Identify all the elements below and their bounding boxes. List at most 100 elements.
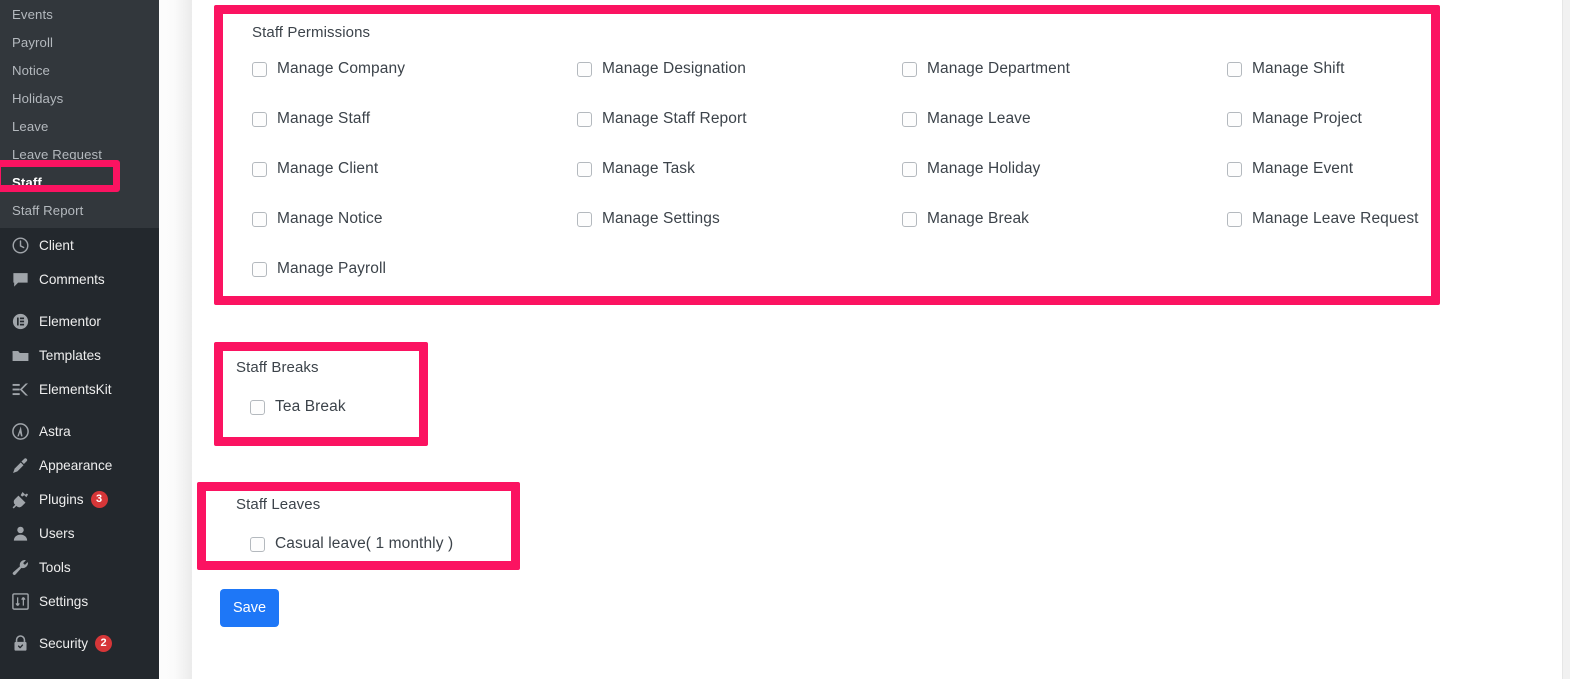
staff-breaks-panel: Staff Breaks Tea Break [222, 348, 427, 433]
checkbox-row[interactable]: Manage Client [252, 160, 378, 178]
checkbox-manage-leave[interactable] [902, 111, 917, 127]
sidebar-item-elementor[interactable]: Elementor [0, 304, 159, 338]
checkbox-row[interactable]: Manage Holiday [902, 160, 1040, 178]
checkbox-row[interactable]: Manage Company [252, 60, 405, 78]
checkbox-manage-project[interactable] [1227, 111, 1242, 127]
checkbox-casual-leave-1-monthly-[interactable] [250, 536, 265, 552]
checkbox-label: Manage Notice [277, 210, 383, 227]
checkbox-row[interactable]: Casual leave( 1 monthly ) [250, 535, 453, 553]
comment-icon [10, 269, 30, 289]
permission-cell: Manage Settings [577, 210, 902, 228]
sidebar-separator [0, 296, 159, 304]
sidebar-subitem-notice[interactable]: Notice [0, 56, 159, 84]
checkbox-manage-event[interactable] [1227, 161, 1242, 177]
checkbox-row[interactable]: Manage Project [1227, 110, 1362, 128]
brush-icon [10, 455, 30, 475]
sidebar-item-users[interactable]: Users [0, 516, 159, 550]
checkbox-manage-company[interactable] [252, 61, 267, 77]
checkbox-tea-break[interactable] [250, 399, 265, 415]
sidebar-subitem-events[interactable]: Events [0, 0, 159, 28]
checkbox-manage-notice[interactable] [252, 211, 267, 227]
sidebar-item-elementskit[interactable]: ElementsKit [0, 372, 159, 406]
checkbox-manage-holiday[interactable] [902, 161, 917, 177]
checkbox-label: Manage Task [602, 160, 696, 177]
staff-leaves-list: Casual leave( 1 monthly ) [250, 535, 453, 553]
checkbox-manage-payroll[interactable] [252, 261, 267, 277]
permissions-row: Manage Company Manage Designation Manage D… [252, 60, 1442, 110]
sidebar-subitem-payroll[interactable]: Payroll [0, 28, 159, 56]
sidebar-item-settings[interactable]: Settings [0, 584, 159, 618]
checkbox-row[interactable]: Manage Payroll [252, 260, 386, 278]
sidebar-item-tools[interactable]: Tools [0, 550, 159, 584]
checkbox-manage-break[interactable] [902, 211, 917, 227]
sidebar-item-appearance[interactable]: Appearance [0, 448, 159, 482]
checkbox-manage-leave-request[interactable] [1227, 211, 1242, 227]
sidebar-content-gutter [159, 0, 192, 679]
admin-sidebar: Events Payroll Notice Holidays Leave Leave Re… [0, 0, 159, 679]
permission-cell: Manage Company [252, 60, 577, 78]
checkbox-row[interactable]: Manage Staff Report [577, 110, 747, 128]
checkbox-row[interactable]: Manage Leave [902, 110, 1031, 128]
sidebar-subitem-leave[interactable]: Leave [0, 112, 159, 140]
checkbox-manage-client[interactable] [252, 161, 267, 177]
save-button[interactable]: Save [220, 589, 279, 627]
permission-cell: Manage Staff Report [577, 110, 902, 128]
astra-icon [10, 421, 30, 441]
checkbox-manage-designation[interactable] [577, 61, 592, 77]
checkbox-manage-staff-report[interactable] [577, 111, 592, 127]
sidebar-item-comments[interactable]: Comments [0, 262, 159, 296]
checkbox-row[interactable]: Manage Task [577, 160, 695, 178]
checkbox-row[interactable]: Manage Designation [577, 60, 746, 78]
permission-cell: Manage Leave [902, 110, 1227, 128]
checkbox-label: Manage Company [277, 60, 406, 77]
sliders-icon [10, 591, 30, 611]
permission-cell: Manage Department [902, 60, 1227, 78]
checkbox-manage-task[interactable] [577, 161, 592, 177]
sidebar-item-plugins[interactable]: Plugins 3 [0, 482, 159, 516]
permission-cell: Manage Task [577, 160, 902, 178]
sidebar-subitem-staff[interactable]: Staff [0, 168, 159, 196]
sidebar-item-label: Settings [39, 593, 89, 609]
sidebar-item-badge: 2 [95, 634, 113, 652]
checkbox-manage-department[interactable] [902, 61, 917, 77]
sidebar-item-label: Elementor [39, 313, 101, 329]
sidebar-item-label: Client [39, 237, 74, 253]
sidebar-subitem-holidays[interactable]: Holidays [0, 84, 159, 112]
checkbox-label: Manage Client [277, 160, 379, 177]
permission-cell: Manage Leave Request [1227, 210, 1552, 228]
permissions-row: Manage Notice Manage Settings Manage Break… [252, 210, 1442, 260]
sidebar-item-security[interactable]: Security 2 [0, 626, 159, 660]
permissions-row: Manage Staff Manage Staff Report Manage Le… [252, 110, 1442, 160]
checkbox-row[interactable]: Manage Break [902, 210, 1029, 228]
sidebar-item-label: Comments [39, 271, 105, 287]
vertical-scrollbar[interactable] [1562, 0, 1570, 679]
checkbox-row[interactable]: Tea Break [250, 398, 346, 416]
checkbox-manage-settings[interactable] [577, 211, 592, 227]
sidebar-item-label: Users [39, 525, 75, 541]
checkbox-row[interactable]: Manage Department [902, 60, 1070, 78]
checkbox-row[interactable]: Manage Shift [1227, 60, 1345, 78]
elementor-icon [10, 311, 30, 331]
checkbox-label: Manage Leave Request [1252, 210, 1419, 227]
permission-cell: Manage Event [1227, 160, 1552, 178]
checkbox-label: Manage Project [1252, 110, 1362, 127]
permission-cell: Manage Break [902, 210, 1227, 228]
sidebar-item-astra[interactable]: Astra [0, 414, 159, 448]
sidebar-subitem-staff-report[interactable]: Staff Report [0, 196, 159, 224]
checkbox-label: Manage Settings [602, 210, 720, 227]
plug-icon [10, 489, 30, 509]
checkbox-label: Manage Designation [602, 60, 746, 77]
checkbox-row[interactable]: Manage Settings [577, 210, 720, 228]
checkbox-row[interactable]: Manage Event [1227, 160, 1353, 178]
checkbox-label: Casual leave( 1 monthly ) [275, 535, 454, 552]
checkbox-manage-shift[interactable] [1227, 61, 1242, 77]
sidebar-item-client[interactable]: Client [0, 228, 159, 262]
sidebar-item-templates[interactable]: Templates [0, 338, 159, 372]
checkbox-row[interactable]: Manage Staff [252, 110, 370, 128]
checkbox-row[interactable]: Manage Notice [252, 210, 383, 228]
sidebar-item-label: Astra [39, 423, 71, 439]
checkbox-label: Manage Staff Report [602, 110, 747, 127]
checkbox-manage-staff[interactable] [252, 111, 267, 127]
checkbox-row[interactable]: Manage Leave Request [1227, 210, 1419, 228]
sidebar-subitem-leave-request[interactable]: Leave Request [0, 140, 159, 168]
